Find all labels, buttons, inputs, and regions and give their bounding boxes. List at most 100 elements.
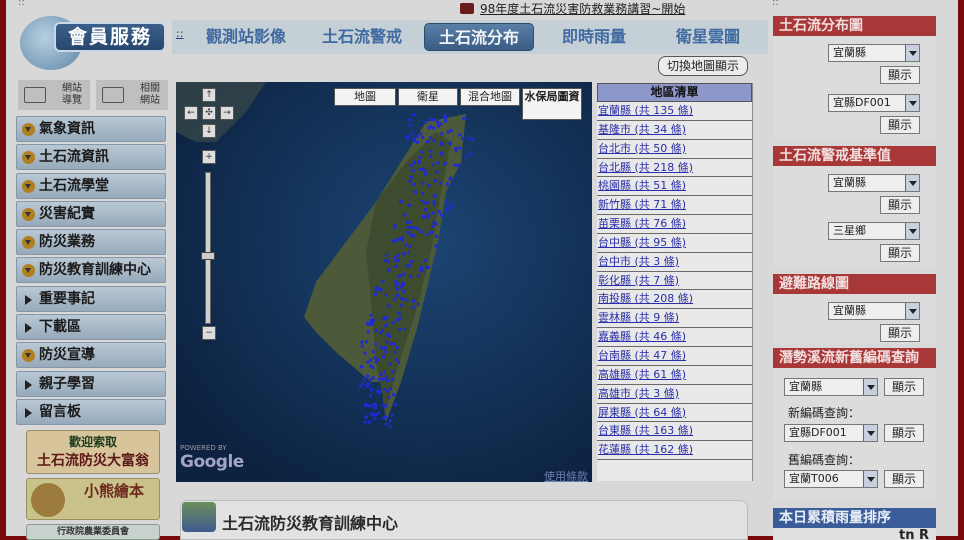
sitemap-button[interactable]: 網站導覽 (18, 80, 90, 110)
debris-flow-point[interactable] (423, 259, 427, 262)
debris-flow-point[interactable] (369, 358, 373, 362)
zoom-slider-thumb[interactable] (201, 251, 215, 260)
debris-flow-point[interactable] (393, 225, 397, 229)
debris-flow-point[interactable] (439, 213, 443, 217)
old-code-select[interactable]: 宜蘭T006 (784, 470, 878, 488)
debris-flow-point[interactable] (382, 417, 386, 420)
region-link[interactable]: 台東縣 (共 163 條) (597, 422, 752, 442)
zoom-in-icon[interactable]: + (202, 150, 216, 164)
debris-flow-point[interactable] (391, 377, 395, 381)
debris-flow-point[interactable] (412, 234, 416, 238)
menu-item[interactable]: 災害紀實 (16, 200, 166, 227)
debris-flow-point[interactable] (383, 346, 387, 350)
debris-flow-point[interactable] (366, 374, 370, 378)
debris-flow-point[interactable] (365, 340, 369, 344)
debris-flow-point[interactable] (397, 311, 401, 315)
debris-flow-point[interactable] (417, 274, 421, 277)
debris-flow-point[interactable] (396, 293, 400, 297)
distribution-show-button[interactable]: 顯示 (880, 66, 920, 84)
debris-flow-point[interactable] (439, 122, 443, 126)
debris-flow-point[interactable] (379, 288, 383, 292)
toggle-map-button[interactable]: 切換地圖顯示 (658, 56, 748, 76)
debris-flow-point[interactable] (412, 182, 416, 186)
debris-flow-point[interactable] (434, 234, 438, 238)
debris-flow-point[interactable] (406, 263, 410, 267)
debris-flow-point[interactable] (431, 211, 435, 215)
debris-flow-point[interactable] (402, 289, 406, 293)
map-type-swcb[interactable]: 水保局圖資 (522, 88, 582, 120)
menu-item[interactable]: 下載區 (16, 314, 166, 341)
debris-flow-point[interactable] (429, 136, 433, 140)
debris-flow-point[interactable] (360, 344, 364, 348)
debris-flow-point[interactable] (392, 342, 396, 346)
region-link[interactable]: 台北市 (共 50 條) (597, 140, 752, 159)
news-marquee[interactable]: 98年度土石流災害防救業務講習~開始 (460, 0, 685, 16)
debris-flow-point[interactable] (408, 118, 412, 122)
debris-flow-point[interactable] (410, 132, 414, 136)
zoom-slider-track[interactable] (205, 172, 211, 324)
debris-flow-point[interactable] (433, 194, 437, 198)
debris-flow-point[interactable] (372, 402, 376, 406)
debris-flow-point[interactable] (397, 258, 400, 262)
debris-flow-point[interactable] (411, 169, 415, 173)
debris-flow-point[interactable] (416, 227, 420, 231)
debris-flow-point[interactable] (423, 121, 427, 125)
debris-flow-point[interactable] (369, 378, 373, 382)
debris-flow-point[interactable] (392, 239, 396, 243)
debris-flow-point[interactable] (453, 163, 457, 167)
debris-flow-point[interactable] (381, 377, 385, 381)
debris-flow-point[interactable] (440, 141, 444, 145)
tab-debris-alert[interactable]: 土石流警戒 (312, 23, 412, 51)
region-link[interactable]: 高雄市 (共 3 條) (597, 385, 752, 404)
debris-flow-point[interactable] (465, 155, 469, 159)
code-query-county-select[interactable]: 宜蘭縣 (784, 378, 878, 396)
pan-down-icon[interactable]: ↓ (202, 124, 216, 138)
debris-flow-point[interactable] (387, 304, 391, 308)
debris-flow-point[interactable] (412, 113, 416, 117)
tab-station-images[interactable]: 觀測站影像 (196, 23, 296, 51)
debris-flow-point[interactable] (449, 176, 453, 180)
debris-flow-point[interactable] (412, 161, 416, 165)
debris-flow-point[interactable] (403, 327, 407, 331)
debris-flow-point[interactable] (444, 119, 447, 123)
debris-flow-point[interactable] (382, 403, 386, 407)
debris-flow-point[interactable] (432, 126, 436, 130)
debris-flow-point[interactable] (420, 199, 424, 203)
debris-flow-point[interactable] (409, 164, 413, 167)
debris-flow-point[interactable] (409, 233, 413, 237)
debris-flow-point[interactable] (368, 420, 372, 424)
debris-flow-point[interactable] (458, 146, 462, 150)
debris-flow-point[interactable] (385, 332, 389, 336)
debris-flow-point[interactable] (434, 244, 438, 248)
debris-flow-point[interactable] (424, 172, 428, 176)
debris-flow-point[interactable] (429, 149, 433, 153)
menu-item[interactable]: 留言板 (16, 398, 166, 425)
distribution-stream-show-button[interactable]: 顯示 (880, 116, 920, 134)
debris-flow-point[interactable] (430, 230, 434, 234)
debris-flow-point[interactable] (417, 302, 420, 306)
debris-flow-point[interactable] (400, 236, 404, 240)
pan-right-icon[interactable]: → (220, 106, 234, 120)
debris-flow-point[interactable] (420, 266, 424, 269)
debris-flow-point[interactable] (409, 175, 413, 179)
debris-flow-point[interactable] (394, 265, 398, 269)
debris-flow-point[interactable] (436, 124, 440, 128)
debris-flow-point[interactable] (404, 298, 408, 302)
debris-flow-point[interactable] (427, 126, 431, 130)
region-link[interactable]: 宜蘭縣 (共 135 條) (597, 102, 752, 121)
debris-flow-point[interactable] (371, 350, 375, 353)
debris-flow-point[interactable] (362, 378, 366, 382)
region-link[interactable]: 嘉義縣 (共 46 條) (597, 328, 752, 347)
debris-flow-point[interactable] (360, 340, 364, 344)
debris-flow-point[interactable] (392, 393, 396, 397)
debris-flow-point[interactable] (397, 360, 401, 364)
debris-flow-point[interactable] (395, 238, 399, 242)
debris-flow-point[interactable] (380, 346, 383, 350)
region-link[interactable]: 桃園縣 (共 51 條) (597, 177, 752, 197)
debris-flow-point[interactable] (397, 275, 401, 279)
debris-flow-point[interactable] (386, 260, 390, 264)
debris-flow-point[interactable] (394, 280, 398, 284)
debris-flow-point[interactable] (393, 350, 397, 354)
region-link[interactable]: 台北縣 (共 218 條) (597, 159, 752, 178)
debris-flow-point[interactable] (431, 162, 435, 166)
